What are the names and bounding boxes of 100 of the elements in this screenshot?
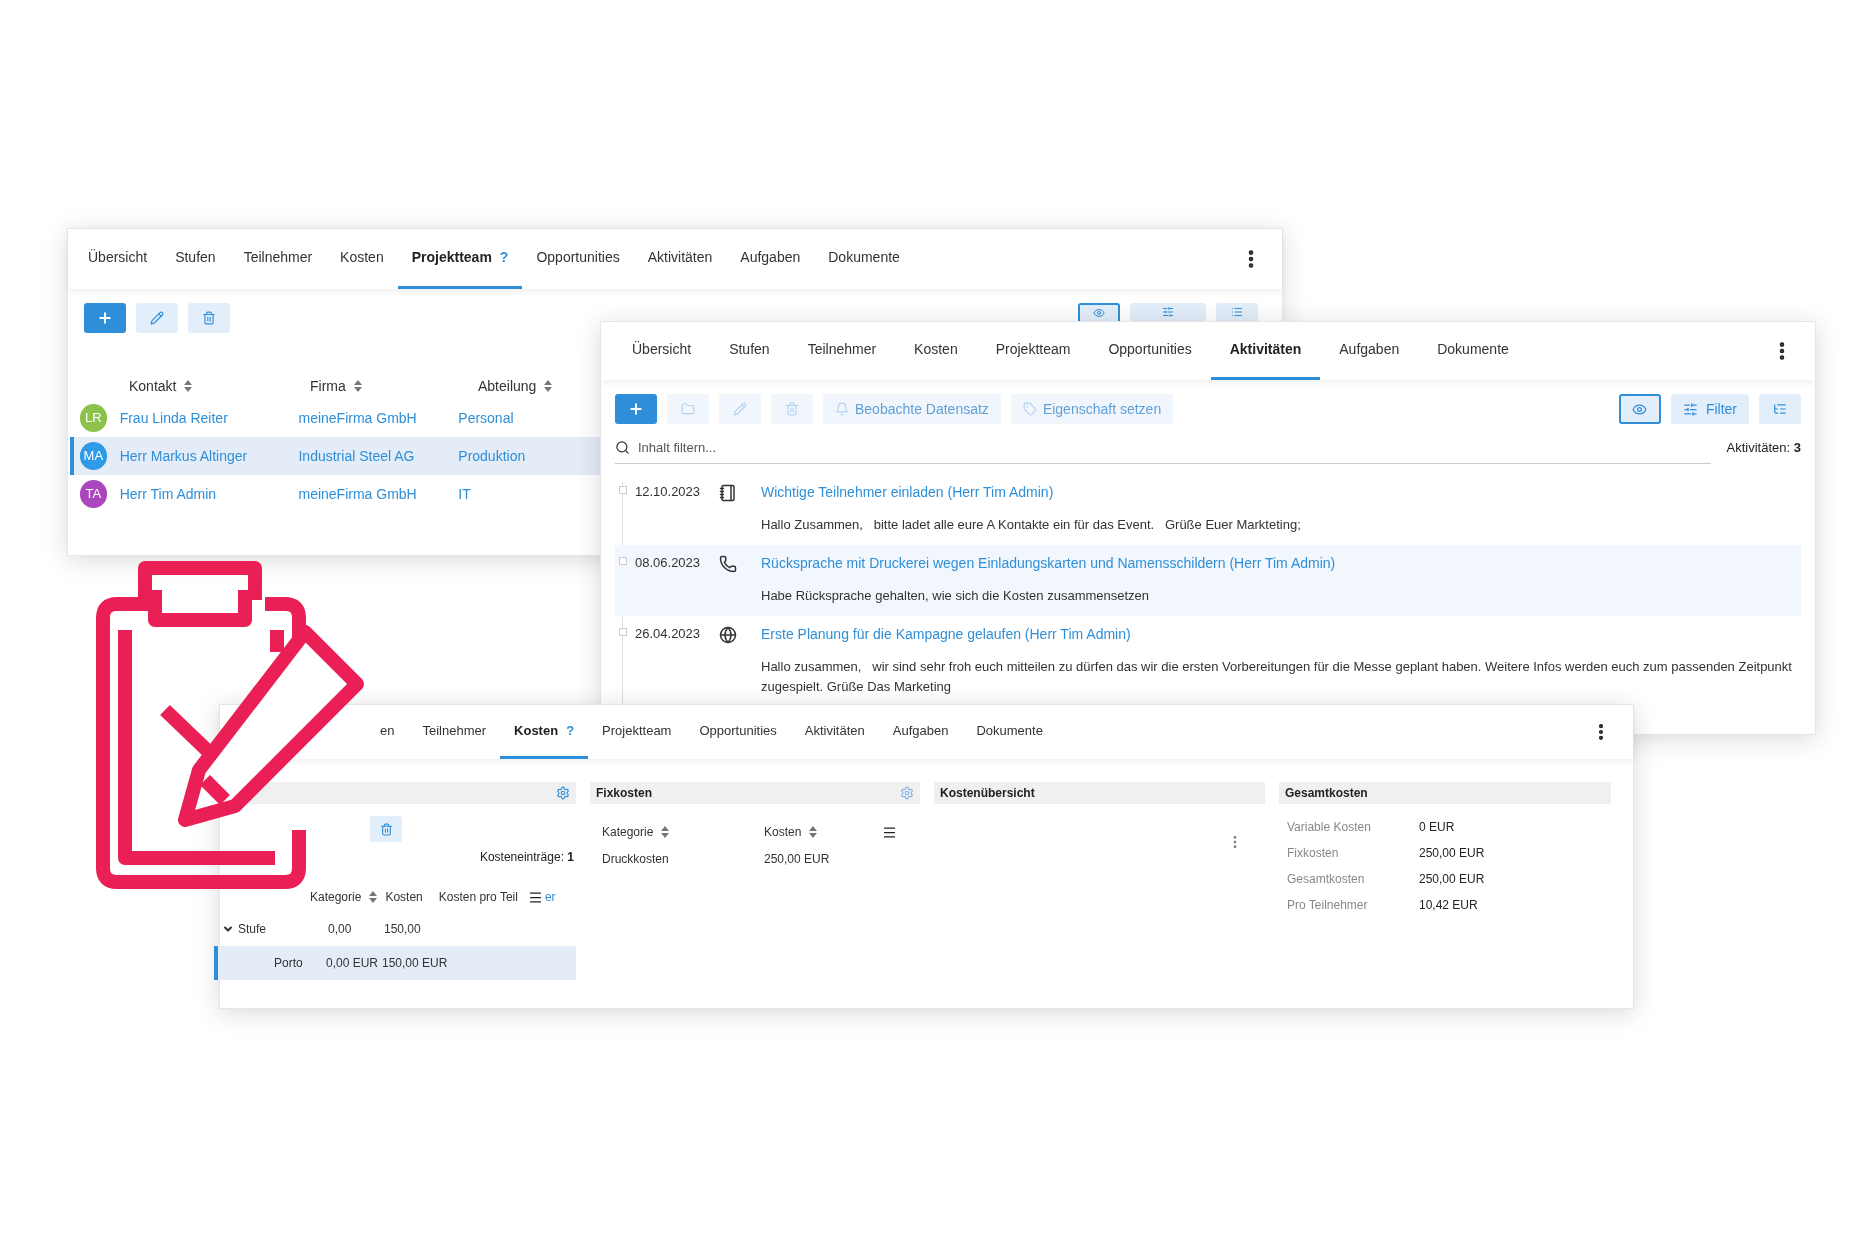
help-icon[interactable]: ? <box>566 720 575 741</box>
trash-icon <box>785 402 799 416</box>
tab[interactable]: Aufgaben <box>726 229 815 289</box>
tab[interactable]: Opportunities <box>522 229 634 289</box>
folder-icon <box>681 402 695 416</box>
tab[interactable]: Projektteam ? <box>397 229 523 289</box>
sort-icon[interactable] <box>369 891 378 903</box>
pencil-icon <box>733 402 747 416</box>
tab[interactable]: Aufgaben <box>878 705 963 759</box>
view-toggle-button[interactable] <box>1618 394 1661 424</box>
table-cell-text: Porto <box>274 955 304 972</box>
tab[interactable]: Dokumente <box>814 229 914 289</box>
company-link[interactable]: meineFirma GmbH <box>298 485 417 502</box>
tab[interactable]: Aktivitäten <box>633 229 727 289</box>
summary-value: 0 EUR <box>1419 819 1455 836</box>
activity-row[interactable]: 08.06.2023 Rücksprache mit Druckerei wegen Einladungskarten und Namensschildern (Herr Tim Admin) Habe Rücksprache gehalten, wie sich die Kosten zusammensetzen <box>615 545 1801 616</box>
tab[interactable]: Teilnehmer <box>229 229 327 289</box>
tab[interactable]: Projektteam <box>588 705 686 759</box>
filter-button[interactable] <box>1130 303 1206 321</box>
tab[interactable]: Dokumente <box>962 705 1057 759</box>
activity-date: 26.04.2023 <box>635 626 701 641</box>
tab[interactable]: Kosten <box>895 322 977 380</box>
department-link[interactable]: Personal <box>458 409 514 426</box>
phone-icon <box>719 555 737 573</box>
search-field[interactable]: Inhalt filtern... <box>638 433 1711 462</box>
settings-icon[interactable] <box>900 786 914 800</box>
activity-text: Habe Rücksprache gehalten, wie sich die Kosten zusammensetzen <box>761 587 1151 605</box>
table-row[interactable]: Porto 0,00 EUR 150,00 EUR <box>214 946 576 980</box>
panel-title: Fixkosten <box>596 785 652 802</box>
tree-icon <box>1773 402 1787 416</box>
add-button[interactable] <box>84 303 126 333</box>
menu-icon[interactable] <box>527 889 543 905</box>
tab[interactable]: Kosten ? <box>500 705 589 759</box>
activity-title[interactable]: Wichtige Teilnehmer einladen (Herr Tim Admin) <box>761 484 1054 500</box>
tab[interactable]: Opportunities <box>1089 322 1211 380</box>
tab[interactable]: Aufgaben <box>1320 322 1419 380</box>
group-row[interactable]: Stufe 0,00 150,00 <box>220 912 576 946</box>
view-toggle-button[interactable] <box>1078 303 1120 321</box>
sort-icon[interactable] <box>544 380 553 392</box>
tab[interactable]: Teilnehmer <box>788 322 896 380</box>
avatar: MA <box>80 442 107 470</box>
sort-icon[interactable] <box>809 826 818 838</box>
table-row[interactable]: TA Herr Tim Admin meineFirma GmbH IT <box>70 475 601 513</box>
table-cell-text: 250,00 EUR <box>764 851 830 868</box>
activity-text: Hallo zusammen, wir sind sehr froh euch mitteilen zu dürfen das wir die ersten Vorbereitungen für die Messe geplant haben. Weitere Infos werden euch zum passenden Zeitpunkt zugespielt. Grüße Das Marketing <box>761 658 1793 696</box>
tab[interactable]: Teilnehmer <box>408 705 501 759</box>
trash-icon <box>202 311 216 325</box>
tab[interactable]: en <box>366 705 409 759</box>
summary-value: 250,00 EUR <box>1419 845 1485 862</box>
delete-button[interactable] <box>370 816 402 842</box>
settings-icon[interactable] <box>556 786 570 800</box>
panel-title: Gesamtkosten <box>1285 785 1368 802</box>
eye-icon <box>1632 401 1648 417</box>
summary-label: Fixkosten <box>1287 845 1340 862</box>
column-header: Kontakt <box>129 376 177 396</box>
menu-icon[interactable] <box>882 824 897 840</box>
tab[interactable]: Aktivitäten <box>1210 322 1321 380</box>
trash-icon <box>379 822 393 836</box>
activity-date: 12.10.2023 <box>635 484 701 499</box>
activity-date: 08.06.2023 <box>635 555 701 570</box>
list-button[interactable] <box>1216 303 1258 321</box>
sort-icon[interactable] <box>661 826 670 838</box>
eye-icon <box>1093 307 1105 319</box>
entries-label: Kosteneinträge: <box>479 850 564 864</box>
activity-title[interactable]: Erste Planung für die Kampagne gelaufen (Herr Tim Admin) <box>761 626 1131 642</box>
column-header: Kosten <box>385 889 423 906</box>
summary-value: 250,00 EUR <box>1419 871 1485 888</box>
tab[interactable]: Übersicht <box>613 322 711 380</box>
tab[interactable]: Stufen <box>161 229 230 289</box>
column-header: Abteilung <box>478 376 537 396</box>
sort-icon[interactable] <box>184 380 193 392</box>
delete-button[interactable] <box>188 303 230 333</box>
sort-icon[interactable] <box>353 380 362 392</box>
tab[interactable]: Kosten <box>326 229 398 289</box>
tab[interactable]: Stufen <box>710 322 789 380</box>
activity-row[interactable]: 12.10.2023 Wichtige Teilnehmer einladen (Herr Tim Admin) Hallo Zusammen, bitte ladet alle eure A Kontakte ein für das Event. Grüße Euer Markteting; <box>615 474 1801 545</box>
tree-button[interactable] <box>1759 394 1801 424</box>
tab[interactable]: Dokumente <box>1418 322 1528 380</box>
tab[interactable]: Projektteam <box>976 322 1090 380</box>
edit-button[interactable] <box>136 303 178 333</box>
contact-link[interactable]: Frau Linda Reiter <box>119 409 228 426</box>
column-header: Kosten pro Teil <box>438 889 518 906</box>
search-icon <box>615 440 630 455</box>
table-row[interactable]: LR Frau Linda Reiter meineFirma GmbH Personal <box>70 399 601 437</box>
globe-icon <box>719 626 737 644</box>
tab[interactable]: Übersicht <box>74 229 162 289</box>
avatar: TA <box>80 480 107 508</box>
bell-icon <box>835 402 849 416</box>
add-button[interactable] <box>615 394 657 424</box>
tab[interactable]: Aktivitäten <box>790 705 879 759</box>
pencil-icon <box>150 311 164 325</box>
plus-icon <box>628 401 644 417</box>
group-label: Stufe <box>238 921 268 938</box>
table-cell-text: 150,00 EUR <box>382 955 448 972</box>
contact-link[interactable]: Herr Tim Admin <box>119 485 217 502</box>
tab[interactable]: Opportunities <box>685 705 791 759</box>
company-link[interactable]: meineFirma GmbH <box>298 409 417 426</box>
panel-title: Kostenübersicht <box>940 785 1035 802</box>
summary-value: 10,42 EUR <box>1419 897 1478 914</box>
notebook-icon <box>719 484 737 502</box>
